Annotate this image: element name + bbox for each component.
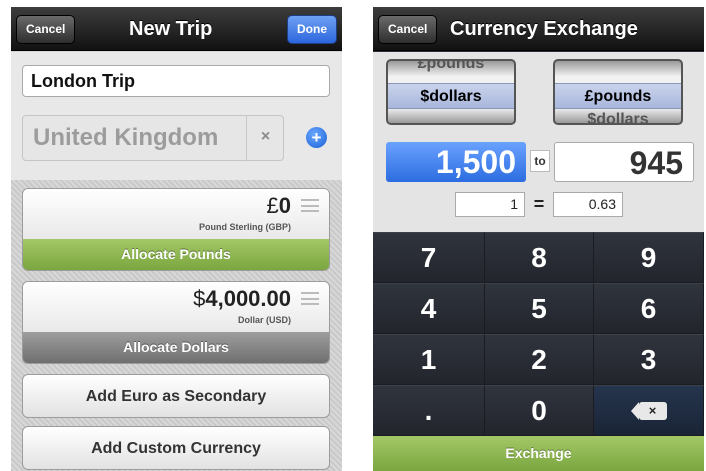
add-icon[interactable]: + [306,127,327,148]
key-decimal[interactable]: . [373,385,485,436]
done-button[interactable]: Done [287,15,337,44]
exchange-button[interactable]: Exchange [373,436,704,471]
primary-currency-card: £0 Pound Sterling (GBP) Allocate Pounds [22,188,330,271]
reorder-icon[interactable] [301,199,319,212]
key-0[interactable]: 0 [485,385,594,436]
allocate-pounds-button[interactable]: Allocate Pounds [23,239,329,270]
cancel-button[interactable]: Cancel [16,15,76,44]
currency-value: 0 [278,193,291,218]
clear-icon[interactable]: × [246,115,284,161]
new-trip-screen: Cancel New Trip Done London Trip United … [11,7,342,471]
to-currency-picker[interactable]: £pounds $dollars [553,59,683,125]
currency-symbol: $ [193,286,206,311]
allocate-dollars-button[interactable]: Allocate Dollars [23,332,329,363]
key-4[interactable]: 4 [373,283,485,334]
nav-bar: Cancel New Trip Done [11,7,342,51]
secondary-currency-amount-row[interactable]: $4,000.00 Dollar (USD) [23,282,329,332]
key-6[interactable]: 6 [594,283,704,334]
country-field[interactable]: United Kingdom [22,115,284,161]
currency-name: Pound Sterling (GBP) [199,222,291,232]
key-2[interactable]: 2 [485,334,594,385]
equals-sign: = [533,194,545,214]
cancel-button[interactable]: Cancel [378,15,438,44]
from-currency-picker[interactable]: £pounds $dollars [386,59,516,125]
primary-currency-amount-row[interactable]: £0 Pound Sterling (GBP) [23,189,329,239]
rate-from-field[interactable]: 1 [455,192,525,217]
picker-selected-option[interactable]: $dollars [388,83,514,109]
backspace-icon: × [630,401,667,420]
key-7[interactable]: 7 [373,232,485,283]
from-amount-field[interactable]: 1,500 [386,142,526,182]
delete-key[interactable]: × [594,385,704,436]
reorder-icon[interactable] [301,292,319,305]
currency-name: Dollar (USD) [237,315,291,325]
currency-symbol: £ [266,193,279,218]
add-custom-currency-button[interactable]: Add Custom Currency [22,426,330,470]
to-amount-field[interactable]: 945 [554,142,694,182]
rate-to-field[interactable]: 0.63 [553,192,623,217]
secondary-currency-amount: $4,000.00 [193,286,291,312]
picker-option[interactable]: $dollars [555,111,681,123]
add-euro-button[interactable]: Add Euro as Secondary [22,374,330,418]
numeric-keypad: 7 8 9 4 5 6 1 2 3 . 0 × [373,232,704,436]
key-1[interactable]: 1 [373,334,485,385]
picker-option[interactable]: £pounds [388,61,514,73]
to-label: to [530,150,550,172]
key-5[interactable]: 5 [485,283,594,334]
page-title: New Trip [129,18,213,40]
nav-bar: Cancel Currency Exchange [373,7,704,51]
page-title: Currency Exchange [450,18,638,40]
currency-exchange-screen: Cancel Currency Exchange £pounds $dollar… [373,7,704,471]
key-3[interactable]: 3 [594,334,704,385]
currency-value: 4,000.00 [205,286,291,311]
key-9[interactable]: 9 [594,232,704,283]
secondary-currency-card: $4,000.00 Dollar (USD) Allocate Dollars [22,281,330,364]
trip-name-field[interactable]: London Trip [22,65,330,97]
picker-selected-option[interactable]: £pounds [555,83,681,109]
key-8[interactable]: 8 [485,232,594,283]
primary-currency-amount: £0 [267,193,292,219]
